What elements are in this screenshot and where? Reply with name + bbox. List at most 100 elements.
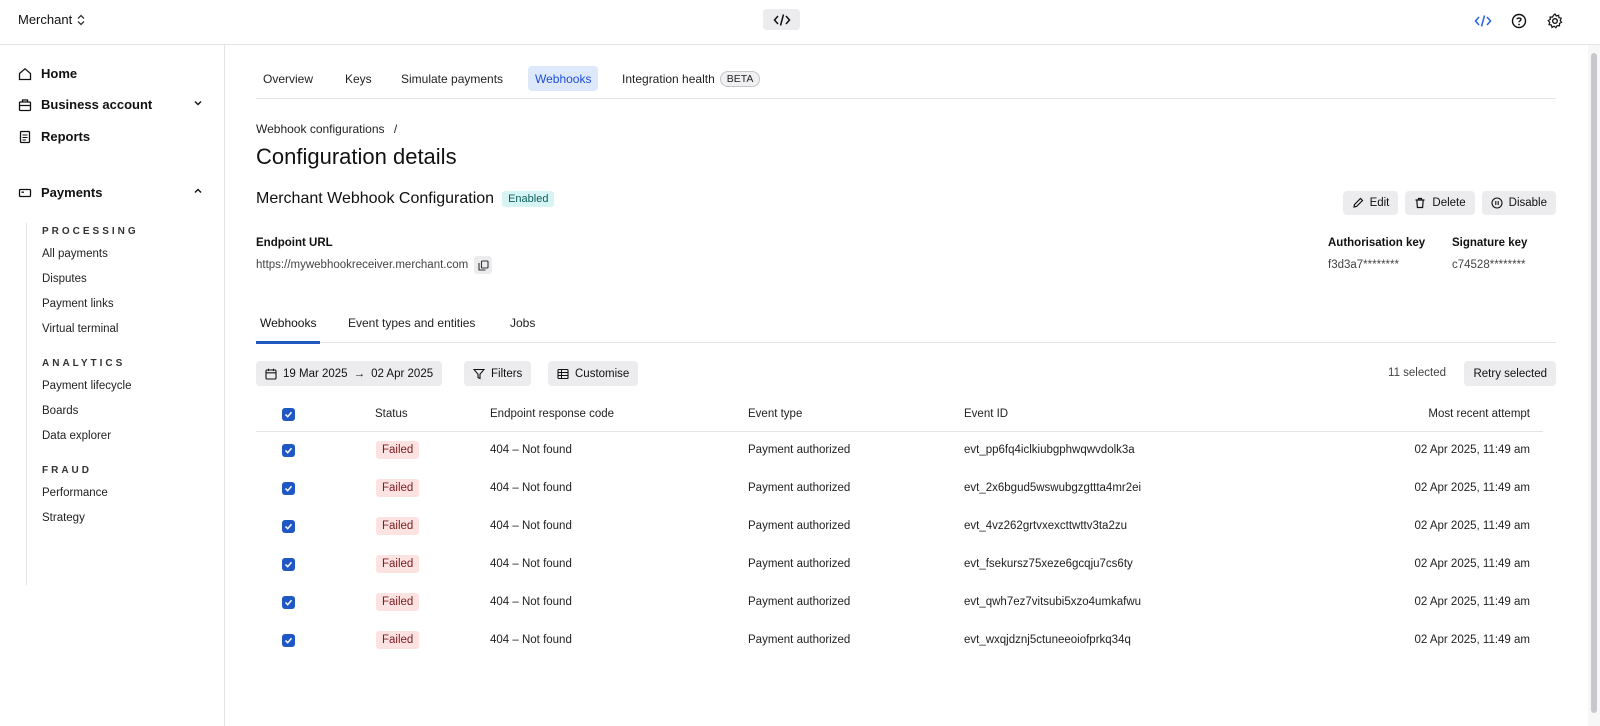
date-range-picker[interactable]: 19 Mar 2025 → 02 Apr 2025 xyxy=(256,361,443,386)
edit-label: Edit xyxy=(1369,197,1390,209)
row-checkbox[interactable] xyxy=(282,444,295,457)
chevron-up-down-icon xyxy=(77,14,85,25)
table-row[interactable]: Failed 404 – Not found Payment authorized e… xyxy=(256,546,1543,584)
filters-label: Filters xyxy=(491,367,523,380)
event-id[interactable]: evt_wxqjdznj5ctuneeoiofprkq34q xyxy=(964,634,1131,646)
endpoint-url-label: Endpoint URL xyxy=(256,237,333,249)
most-recent-attempt: 02 Apr 2025, 11:49 am xyxy=(1414,634,1530,646)
response-code: 404 – Not found xyxy=(490,482,572,494)
customise-button[interactable]: Customise xyxy=(548,361,639,386)
sidebar-item-payment-links[interactable]: Payment links xyxy=(42,298,114,310)
sidebar-item-disputes[interactable]: Disputes xyxy=(42,273,87,285)
edit-button[interactable]: Edit xyxy=(1342,191,1399,215)
merchant-label: Merchant xyxy=(18,12,73,27)
event-type: Payment authorized xyxy=(748,482,851,494)
table-row[interactable]: Failed 404 – Not found Payment authorized e… xyxy=(256,508,1543,546)
sidebar-item-strategy[interactable]: Strategy xyxy=(42,512,85,524)
status-badge: Failed xyxy=(376,631,420,649)
tab-keys[interactable]: Keys xyxy=(338,66,379,91)
check-icon xyxy=(284,523,293,530)
tab-integration-health[interactable]: Integration health BETA xyxy=(615,66,767,91)
scrollbar-thumb[interactable] xyxy=(1591,53,1597,713)
sidebar-item-boards[interactable]: Boards xyxy=(42,405,78,417)
pause-circle-icon xyxy=(1491,197,1503,209)
subtab-jobs[interactable]: Jobs xyxy=(510,316,535,341)
config-header: Merchant Webhook Configuration Enabled xyxy=(256,190,555,208)
beta-badge: BETA xyxy=(719,70,761,87)
sidebar-item-payment-lifecycle[interactable]: Payment lifecycle xyxy=(42,380,131,392)
copy-url-button[interactable] xyxy=(474,256,493,274)
customise-label: Customise xyxy=(575,367,630,380)
code-icon xyxy=(1474,15,1492,27)
status-badge: Failed xyxy=(376,593,420,611)
event-id[interactable]: evt_2x6bgud5wswubgzgttta4mr2ei xyxy=(964,482,1141,494)
breadcrumb: Webhook configurations / xyxy=(256,122,397,136)
event-id[interactable]: evt_pp6fq4iclkiubgphwqwvdolk3a xyxy=(964,444,1135,456)
event-id[interactable]: evt_qwh7ez7vitsubi5xzo4umkafwu xyxy=(964,596,1141,608)
delete-button[interactable]: Delete xyxy=(1405,191,1475,215)
row-checkbox[interactable] xyxy=(282,558,295,571)
top-icons xyxy=(1474,12,1564,30)
event-type: Payment authorized xyxy=(748,444,851,456)
subtab-event-types[interactable]: Event types and entities xyxy=(348,316,475,341)
breadcrumb-separator: / xyxy=(393,122,398,136)
row-checkbox[interactable] xyxy=(282,634,295,647)
retry-selected-button[interactable]: Retry selected xyxy=(1464,361,1556,386)
sidebar-item-all-payments[interactable]: All payments xyxy=(42,248,108,260)
row-checkbox[interactable] xyxy=(282,482,295,495)
subtab-webhooks[interactable]: Webhooks xyxy=(256,316,321,344)
config-name: Merchant Webhook Configuration xyxy=(256,190,495,207)
main-tabs: Overview Keys Simulate payments Webhooks… xyxy=(256,66,1556,99)
table-row[interactable]: Failed 404 – Not found Payment authorized e… xyxy=(256,470,1543,508)
developer-mode-toggle[interactable] xyxy=(763,9,800,30)
sidebar-item-data-explorer[interactable]: Data explorer xyxy=(42,430,111,442)
tab-webhooks[interactable]: Webhooks xyxy=(528,66,599,91)
table-row[interactable]: Failed 404 – Not found Payment authorized e… xyxy=(256,432,1543,470)
filters-button[interactable]: Filters xyxy=(464,361,532,386)
event-type: Payment authorized xyxy=(748,520,851,532)
section-label-processing: PROCESSING xyxy=(42,226,139,237)
event-id[interactable]: evt_4vz262grtvxexcttwttv3ta2zu xyxy=(964,520,1127,532)
developers-button[interactable] xyxy=(1474,12,1492,30)
webhooks-table: Status Endpoint response code Event type… xyxy=(256,397,1543,660)
check-icon xyxy=(284,599,293,606)
help-button[interactable] xyxy=(1510,12,1528,30)
breadcrumb-webhook-configurations[interactable]: Webhook configurations xyxy=(256,122,385,136)
response-code: 404 – Not found xyxy=(490,520,572,532)
sidebar-item-business-account[interactable]: Business account xyxy=(18,97,208,112)
row-checkbox[interactable] xyxy=(282,596,295,609)
check-icon xyxy=(284,411,293,418)
response-code: 404 – Not found xyxy=(490,444,572,456)
signature-key-label: Signature key xyxy=(1452,237,1528,249)
briefcase-icon xyxy=(18,98,32,111)
sidebar-item-payments[interactable]: Payments xyxy=(18,185,208,200)
row-checkbox[interactable] xyxy=(282,520,295,533)
event-id[interactable]: evt_fsekursz75xeze6gcqju7cs6ty xyxy=(964,558,1133,570)
table-row[interactable]: Failed 404 – Not found Payment authorized e… xyxy=(256,584,1543,622)
settings-button[interactable] xyxy=(1546,12,1564,30)
tab-simulate-payments[interactable]: Simulate payments xyxy=(394,66,510,91)
selected-count: 11 selected xyxy=(1388,367,1446,379)
sidebar-item-virtual-terminal[interactable]: Virtual terminal xyxy=(42,323,119,335)
page-scrollbar[interactable] xyxy=(1588,45,1600,726)
header-event-type: Event type xyxy=(748,408,803,420)
tab-overview[interactable]: Overview xyxy=(256,66,320,91)
disable-button[interactable]: Disable xyxy=(1481,191,1556,215)
merchant-switcher[interactable]: Merchant xyxy=(18,12,86,27)
sidebar-item-label: Payments xyxy=(41,185,103,200)
sidebar-item-home[interactable]: Home xyxy=(18,66,77,81)
sidebar-item-reports[interactable]: Reports xyxy=(18,129,90,144)
endpoint-url-value: https://mywebhookreceiver.merchant.com xyxy=(256,259,469,271)
header-event-id: Event ID xyxy=(964,408,1009,420)
webhook-subtabs: Webhooks Event types and entities Jobs xyxy=(256,308,1556,344)
select-all-checkbox[interactable] xyxy=(282,408,295,421)
event-type: Payment authorized xyxy=(748,596,851,608)
authorisation-key-label: Authorisation key xyxy=(1328,237,1426,249)
sidebar-item-performance[interactable]: Performance xyxy=(42,487,108,499)
endpoint-url-field: https://mywebhookreceiver.merchant.com xyxy=(256,256,493,274)
table-toolbar: 19 Mar 2025 → 02 Apr 2025 Filters Custom… xyxy=(256,361,1556,386)
disable-label: Disable xyxy=(1508,197,1547,209)
help-icon xyxy=(1511,13,1527,29)
table-row[interactable]: Failed 404 – Not found Payment authorized e… xyxy=(256,622,1543,660)
authorisation-key-value: f3d3a7******** xyxy=(1328,259,1399,271)
